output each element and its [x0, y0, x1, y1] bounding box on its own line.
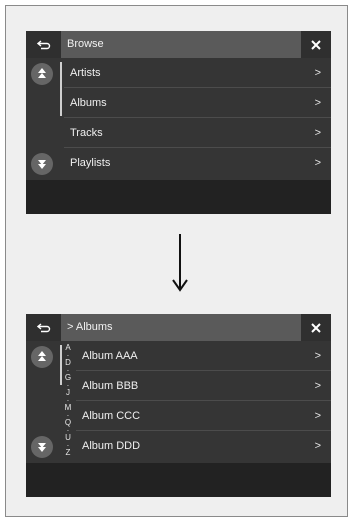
- footer-bar: [26, 180, 331, 214]
- scroll-up-button[interactable]: [31, 346, 53, 368]
- down-arrow-icon: [172, 234, 188, 292]
- browse-screen: Browse Artists > Albums > Tracks > Playl…: [26, 31, 331, 214]
- list-item-label: Artists: [70, 67, 101, 79]
- close-icon: [311, 39, 321, 50]
- chevron-right-icon: >: [314, 157, 321, 169]
- scroll-down-icon: [38, 160, 46, 169]
- back-button[interactable]: [26, 314, 61, 341]
- list-item-label: Album DDD: [82, 440, 141, 452]
- back-button[interactable]: [26, 31, 61, 58]
- chevron-right-icon: >: [314, 67, 321, 79]
- title-bar: Browse: [26, 31, 331, 58]
- scroll-down-button[interactable]: [31, 436, 53, 458]
- title-bar: > Albums: [26, 314, 331, 341]
- chevron-right-icon: >: [314, 380, 321, 392]
- list-item-label: Tracks: [70, 127, 103, 139]
- close-button[interactable]: [301, 31, 331, 58]
- list-item-playlists[interactable]: Playlists >: [64, 148, 331, 178]
- alpha-letter[interactable]: Z: [66, 449, 71, 457]
- back-arrow-icon: [36, 322, 50, 332]
- list-item-label: Album AAA: [82, 350, 138, 362]
- albums-screen: > Albums A · D · G · J · M · Q · U · Z A…: [26, 314, 331, 497]
- browse-list: Artists > Albums > Tracks > Playlists >: [26, 58, 331, 180]
- scroll-up-icon: [38, 68, 46, 78]
- screen-title: Browse: [67, 38, 104, 50]
- list-item-album-bbb[interactable]: Album BBB >: [76, 371, 331, 401]
- scroll-up-icon: [38, 351, 46, 361]
- footer-bar: [26, 463, 331, 497]
- chevron-right-icon: >: [314, 97, 321, 109]
- chevron-right-icon: >: [314, 127, 321, 139]
- list-item-album-ddd[interactable]: Album DDD >: [76, 431, 331, 461]
- list-item-label: Playlists: [70, 157, 111, 169]
- albums-list: A · D · G · J · M · Q · U · Z Album AAA …: [26, 341, 331, 463]
- alphabet-index[interactable]: A · D · G · J · M · Q · U · Z: [62, 344, 74, 460]
- list-item-label: Albums: [70, 97, 107, 109]
- list-item-album-aaa[interactable]: Album AAA >: [76, 341, 331, 371]
- list-item-tracks[interactable]: Tracks >: [64, 118, 331, 148]
- list-item-album-ccc[interactable]: Album CCC >: [76, 401, 331, 431]
- back-arrow-icon: [36, 39, 50, 49]
- scroll-down-button[interactable]: [31, 153, 53, 175]
- list-item-label: Album CCC: [82, 410, 141, 422]
- list-item-albums[interactable]: Albums >: [64, 88, 331, 118]
- chevron-right-icon: >: [314, 350, 321, 362]
- chevron-right-icon: >: [314, 410, 321, 422]
- scrollbar[interactable]: [60, 62, 62, 116]
- chevron-right-icon: >: [314, 440, 321, 452]
- list-item-label: Album BBB: [82, 380, 139, 392]
- list-item-artists[interactable]: Artists >: [64, 58, 331, 88]
- scroll-controls: [26, 58, 58, 180]
- scroll-up-button[interactable]: [31, 63, 53, 85]
- scroll-controls: [26, 341, 58, 463]
- close-icon: [311, 322, 321, 333]
- screen-title: > Albums: [67, 321, 113, 333]
- scroll-down-icon: [38, 443, 46, 452]
- close-button[interactable]: [301, 314, 331, 341]
